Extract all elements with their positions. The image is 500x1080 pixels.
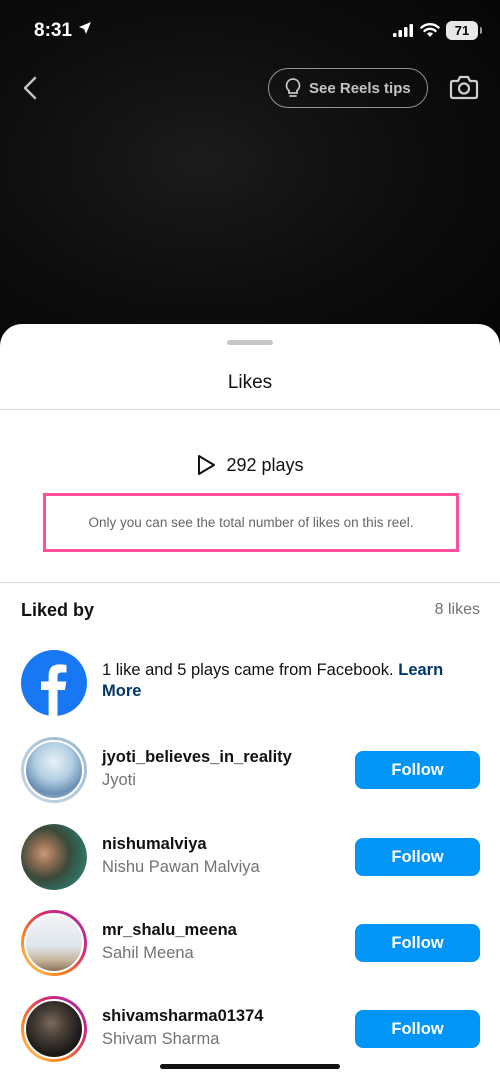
sheet-grabber[interactable] bbox=[227, 340, 273, 345]
username[interactable]: shivamsharma01374 bbox=[102, 1007, 263, 1026]
cellular-signal-icon bbox=[393, 24, 413, 42]
full-name: Shivam Sharma bbox=[102, 1030, 220, 1048]
facebook-note-text: 1 like and 5 plays came from Facebook. bbox=[102, 661, 399, 679]
likes-count: 8 likes bbox=[434, 601, 480, 618]
location-arrow-icon bbox=[78, 21, 92, 40]
follow-button[interactable]: Follow bbox=[355, 838, 480, 876]
divider bbox=[0, 582, 500, 583]
list-item[interactable]: jyoti_believes_in_reality Jyoti Follow bbox=[21, 737, 481, 803]
liked-by-heading: Liked by bbox=[21, 600, 95, 620]
camera-icon bbox=[449, 75, 479, 100]
avatar[interactable] bbox=[21, 996, 87, 1062]
list-item[interactable]: shivamsharma01374 Shivam Sharma Follow bbox=[21, 996, 481, 1062]
plays-label: 292 plays bbox=[226, 454, 304, 475]
full-name: Sahil Meena bbox=[102, 944, 194, 962]
likes-privacy-notice: Only you can see the total number of lik… bbox=[43, 493, 459, 552]
list-item[interactable]: nishumalviya Nishu Pawan Malviya Follow bbox=[21, 824, 481, 890]
lightbulb-icon bbox=[285, 78, 301, 97]
username[interactable]: nishumalviya bbox=[102, 835, 207, 854]
facebook-note: 1 like and 5 plays came from Facebook. L… bbox=[102, 660, 472, 702]
facebook-likes-row: 1 like and 5 plays came from Facebook. L… bbox=[21, 650, 481, 716]
status-time: 8:31 bbox=[34, 20, 73, 41]
avatar[interactable] bbox=[21, 910, 87, 976]
full-name: Jyoti bbox=[102, 771, 136, 789]
facebook-logo-icon bbox=[21, 650, 87, 716]
likes-bottom-sheet: Likes 292 plays Only you can see the tot… bbox=[0, 324, 500, 1080]
chevron-left-icon bbox=[23, 76, 37, 100]
sheet-title: Likes bbox=[227, 372, 273, 393]
plays-count: 292 plays bbox=[0, 450, 500, 480]
play-icon bbox=[198, 455, 216, 475]
see-reels-tips-button[interactable]: See Reels tips bbox=[268, 68, 428, 108]
username[interactable]: mr_shalu_meena bbox=[102, 921, 237, 940]
camera-button[interactable] bbox=[449, 72, 479, 102]
battery-indicator: 71 bbox=[446, 21, 482, 40]
status-bar: 8:31 71 bbox=[0, 0, 500, 60]
see-reels-tips-label: See Reels tips bbox=[309, 79, 411, 97]
follow-button[interactable]: Follow bbox=[355, 924, 480, 962]
follow-button[interactable]: Follow bbox=[355, 751, 480, 789]
full-name: Nishu Pawan Malviya bbox=[102, 858, 260, 876]
username[interactable]: jyoti_believes_in_reality bbox=[102, 748, 292, 767]
avatar[interactable] bbox=[21, 824, 87, 890]
avatar[interactable] bbox=[21, 737, 87, 803]
wifi-icon bbox=[420, 22, 440, 43]
divider bbox=[0, 409, 500, 410]
list-item[interactable]: mr_shalu_meena Sahil Meena Follow bbox=[21, 910, 481, 976]
follow-button[interactable]: Follow bbox=[355, 1010, 480, 1048]
home-indicator[interactable] bbox=[160, 1064, 340, 1069]
likes-privacy-text: Only you can see the total number of lik… bbox=[88, 515, 414, 530]
back-button[interactable] bbox=[18, 74, 44, 102]
